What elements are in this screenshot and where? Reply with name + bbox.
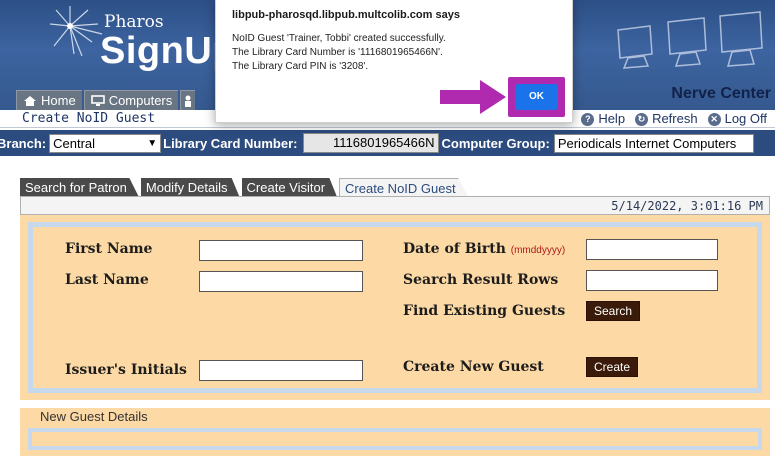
app-root: Pharos SignUp Home Computers Nerve Cente… (0, 0, 775, 472)
monitors-illustration-icon (617, 11, 763, 69)
search-rows-label: Search Result Rows (403, 272, 559, 288)
logoff-link-label: Log Off (724, 111, 767, 126)
computer-group-label: Computer Group: (441, 135, 550, 151)
nav-tab-home[interactable]: Home (16, 90, 82, 110)
logoff-link[interactable]: ✕ Log Off (707, 110, 767, 128)
create-button[interactable]: Create (586, 357, 639, 377)
help-link[interactable]: ? Help (581, 110, 625, 128)
refresh-icon: ↻ (635, 112, 649, 126)
nav-tabs: Home Computers (16, 90, 197, 110)
refresh-link-label: Refresh (652, 111, 698, 126)
issuer-initials-label: Issuer's Initials (65, 362, 187, 378)
card-number-label: Library Card Number: (163, 135, 298, 151)
dob-label-text: Date of Birth (403, 241, 506, 257)
logoff-icon: ✕ (707, 112, 721, 126)
nav-tab-label: Home (41, 93, 76, 108)
chevron-down-icon: ▼ (147, 137, 158, 149)
new-guest-details-title: New Guest Details (40, 409, 148, 424)
branch-select-value: Central (53, 135, 96, 151)
computer-group-select[interactable]: Periodicals Internet Computers (553, 133, 754, 153)
new-guest-details-content (28, 428, 762, 450)
tab-modify-details[interactable]: Modify Details (140, 178, 240, 197)
card-number-field[interactable]: 1116801965466N (302, 133, 439, 153)
home-icon (24, 95, 36, 106)
nav-tab-computers[interactable]: Computers (83, 90, 179, 110)
module-title: Nerve Center (671, 85, 771, 102)
refresh-link[interactable]: ↻ Refresh (635, 110, 698, 128)
search-button[interactable]: Search (586, 301, 641, 321)
dialog-message-line: The Library Card Number is '111680196546… (232, 47, 443, 58)
tab-search-for-patron[interactable]: Search for Patron (20, 178, 139, 197)
last-name-input[interactable] (199, 271, 363, 292)
dialog-title: libpub-pharosqd.libpub.multcolib.com say… (232, 9, 460, 21)
dob-input[interactable] (586, 239, 718, 260)
dob-format-hint: (mmddyyyy) (510, 245, 566, 256)
branch-label: Branch: (0, 135, 47, 151)
monitor-icon (90, 94, 105, 106)
first-name-input[interactable] (199, 240, 363, 261)
tab-create-noid-guest[interactable]: Create NoID Guest (339, 178, 469, 197)
help-link-label: Help (598, 111, 626, 126)
dialog-message-line: NoID Guest 'Trainer, Tobbi' created succ… (232, 33, 446, 44)
nav-tab-people[interactable] (180, 90, 196, 110)
new-guest-details-panel: New Guest Details (20, 408, 770, 456)
issuer-initials-input[interactable] (199, 360, 363, 381)
first-name-label: First Name (65, 241, 153, 257)
guest-form: First Name Last Name Issuer's Initials D… (28, 222, 762, 393)
guest-form-panel: First Name Last Name Issuer's Initials D… (20, 215, 770, 400)
search-rows-input[interactable] (586, 270, 718, 291)
pharos-star-logo-icon (49, 6, 103, 57)
nav-tab-label: Computers (108, 93, 173, 108)
help-icon: ? (581, 112, 595, 126)
branch-bar: Branch: Central ▼ Library Card Number: 1… (0, 130, 775, 156)
person-icon (185, 95, 192, 107)
top-links: ? Help ↻ Refresh ✕ Log Off (581, 110, 767, 128)
dob-label: Date of Birth (mmddyyyy) (403, 241, 565, 257)
content-tabs: Search for Patron Modify Details Create … (20, 178, 471, 197)
find-guests-label: Find Existing Guests (403, 303, 566, 319)
current-datetime: 5/14/2022, 3:01:16 PM (20, 197, 770, 215)
ok-button[interactable]: OK (515, 84, 558, 110)
dialog-message-line: The Library Card PIN is '3208'. (232, 61, 369, 72)
brand-top-text: Pharos (104, 12, 164, 32)
create-guest-label: Create New Guest (403, 359, 544, 375)
page-title: Create NoID Guest (22, 111, 156, 126)
arrow-right-icon (440, 80, 506, 114)
tab-create-visitor[interactable]: Create Visitor (241, 178, 338, 197)
branch-select[interactable]: Central ▼ (49, 133, 162, 153)
last-name-label: Last Name (65, 272, 149, 288)
